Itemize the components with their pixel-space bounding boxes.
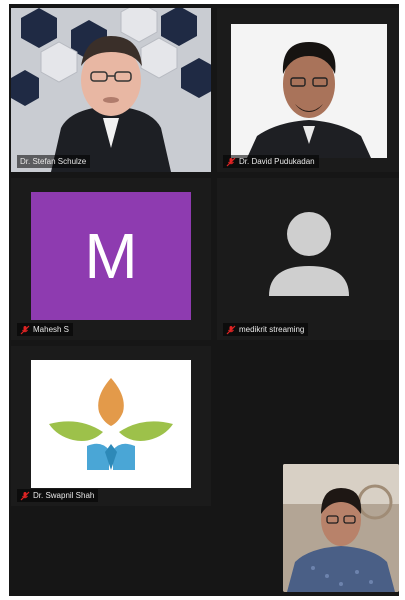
- participant-logo-image: [31, 360, 191, 488]
- participant-name: Dr. Stefan Schulze: [20, 157, 87, 166]
- participant-name-tag: Mahesh S: [17, 323, 74, 336]
- participant-name: Mahesh S: [33, 325, 70, 334]
- participant-tile-medikrit-streaming[interactable]: medikrit streaming: [217, 178, 399, 340]
- self-view-video-feed: [283, 464, 399, 592]
- participant-tile-mahesh-s[interactable]: M Mahesh S: [11, 178, 211, 340]
- meeting-gallery: Dr. Stefan Schulze Dr. David Pudukadan M: [9, 4, 399, 596]
- participant-video: [217, 8, 399, 172]
- participant-name: Dr. David Pudukadan: [239, 157, 315, 166]
- muted-microphone-icon: [226, 325, 236, 335]
- participant-name: Dr. Swapnil Shah: [33, 491, 95, 500]
- muted-microphone-icon: [20, 491, 30, 501]
- participant-name-tag: Dr. Swapnil Shah: [17, 489, 99, 502]
- participant-name-tag: Dr. Stefan Schulze: [17, 155, 91, 168]
- participant-name: medikrit streaming: [239, 325, 305, 334]
- participant-tile-david-pudukadan[interactable]: Dr. David Pudukadan: [217, 8, 399, 172]
- avatar-initial: M: [84, 220, 138, 292]
- default-user-icon: [269, 212, 349, 296]
- muted-microphone-icon: [20, 325, 30, 335]
- participant-avatar: M: [31, 192, 191, 320]
- participant-tile-swapnil-shah[interactable]: Dr. Swapnil Shah: [11, 346, 211, 506]
- participant-tile-stefan-schulze[interactable]: Dr. Stefan Schulze: [11, 8, 211, 172]
- participant-name-tag: Dr. David Pudukadan: [223, 155, 319, 168]
- participant-name-tag: medikrit streaming: [223, 323, 309, 336]
- self-view-video[interactable]: [283, 464, 399, 592]
- muted-microphone-icon: [226, 157, 236, 167]
- leaf-logo-icon: [49, 378, 173, 470]
- participant-video: [11, 8, 211, 172]
